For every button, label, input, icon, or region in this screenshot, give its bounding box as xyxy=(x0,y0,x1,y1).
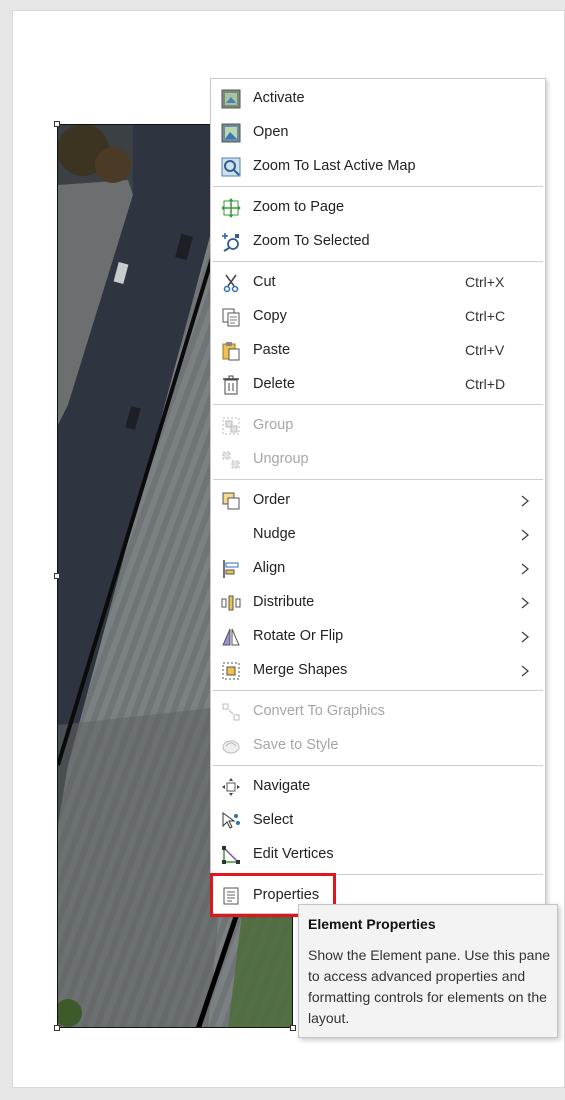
menu-item-delete[interactable]: Delete Ctrl+D xyxy=(211,368,545,402)
chevron-right-icon xyxy=(521,529,530,541)
save-style-icon xyxy=(222,740,240,754)
menu-item-nudge[interactable]: Nudge xyxy=(211,518,545,552)
menu-item-zoom-selected[interactable]: Zoom To Selected xyxy=(211,225,545,259)
menu-item-label: Delete xyxy=(253,376,295,392)
menu-item-label: Ungroup xyxy=(253,451,309,467)
menu-item-label: Activate xyxy=(253,90,305,106)
menu-item-shortcut: Ctrl+V xyxy=(465,342,505,358)
chevron-right-icon xyxy=(521,495,530,507)
menu-item-label: Distribute xyxy=(253,594,315,610)
menu-item-label: Paste xyxy=(253,342,291,358)
menu-item-label: Select xyxy=(253,812,294,828)
menu-item-label: Nudge xyxy=(253,526,296,542)
selection-handle[interactable] xyxy=(54,573,60,579)
menu-item-activate[interactable]: Activate xyxy=(211,82,545,116)
zoom-selected-icon xyxy=(222,233,239,252)
menu-item-label: Zoom to Page xyxy=(253,199,345,215)
menu-item-label: Rotate Or Flip xyxy=(253,628,344,644)
paste-icon xyxy=(222,342,240,361)
menu-item-copy[interactable]: Copy Ctrl+C xyxy=(211,300,545,334)
edit-vertices-icon xyxy=(222,846,240,864)
chevron-right-icon xyxy=(521,665,530,677)
scissors-icon xyxy=(223,274,239,293)
open-icon xyxy=(221,123,241,143)
menu-item-paste[interactable]: Paste Ctrl+V xyxy=(211,334,545,368)
menu-item-ungroup: Ungroup xyxy=(211,443,545,477)
menu-item-label: Zoom To Selected xyxy=(253,233,370,249)
tooltip-body: Show the Element pane. Use this pane to … xyxy=(308,947,551,1026)
menu-item-convert-graphics: Convert To Graphics xyxy=(211,695,545,729)
menu-item-distribute[interactable]: Distribute xyxy=(211,586,545,620)
ungroup-icon xyxy=(222,451,240,469)
rotate-flip-icon xyxy=(222,628,240,646)
menu-separator xyxy=(213,261,543,262)
menu-separator xyxy=(213,765,543,766)
selection-handle[interactable] xyxy=(290,1025,296,1031)
zoom-page-icon xyxy=(221,198,241,218)
tooltip-title: Element Properties xyxy=(308,916,436,932)
menu-separator xyxy=(213,186,543,187)
menu-item-group: Group xyxy=(211,409,545,443)
menu-item-label: Navigate xyxy=(253,778,311,794)
trash-icon xyxy=(223,375,239,395)
chevron-right-icon xyxy=(521,563,530,575)
navigate-icon xyxy=(222,778,240,796)
select-icon xyxy=(222,812,240,829)
merge-shapes-icon xyxy=(222,662,240,680)
convert-graphics-icon xyxy=(222,703,240,721)
menu-item-cut[interactable]: Cut Ctrl+X xyxy=(211,266,545,300)
order-icon xyxy=(222,492,240,510)
menu-item-label: Zoom To Last Active Map xyxy=(253,158,416,174)
activate-icon xyxy=(221,89,241,109)
menu-item-navigate[interactable]: Navigate xyxy=(211,770,545,804)
menu-item-label: Order xyxy=(253,492,291,508)
menu-separator xyxy=(213,479,543,480)
menu-item-select[interactable]: Select xyxy=(211,804,545,838)
menu-item-label: Save to Style xyxy=(253,737,339,753)
menu-item-shortcut: Ctrl+X xyxy=(465,274,505,290)
chevron-right-icon xyxy=(521,631,530,643)
menu-item-shortcut: Ctrl+C xyxy=(465,308,506,324)
menu-separator xyxy=(213,690,543,691)
menu-item-label: Group xyxy=(253,417,294,433)
selection-handle[interactable] xyxy=(54,1025,60,1031)
tooltip: Element Properties Show the Element pane… xyxy=(298,904,558,1038)
menu-item-label: Cut xyxy=(253,274,276,290)
selection-handle[interactable] xyxy=(54,121,60,127)
menu-item-label: Open xyxy=(253,124,289,140)
menu-item-label: Convert To Graphics xyxy=(253,703,385,719)
menu-item-zoom-page[interactable]: Zoom to Page xyxy=(211,191,545,225)
align-icon xyxy=(223,560,239,578)
distribute-icon xyxy=(221,595,241,611)
menu-item-merge-shapes[interactable]: Merge Shapes xyxy=(211,654,545,688)
menu-item-label: Copy xyxy=(253,308,287,324)
context-menu: Activate Open Zoom To Last Active Map Zo… xyxy=(210,78,546,914)
menu-item-label: Edit Vertices xyxy=(253,846,334,862)
menu-separator xyxy=(213,404,543,405)
zoom-last-map-icon xyxy=(221,157,241,177)
group-icon xyxy=(222,417,240,435)
chevron-right-icon xyxy=(521,597,530,609)
menu-item-shortcut: Ctrl+D xyxy=(465,376,506,392)
menu-item-align[interactable]: Align xyxy=(211,552,545,586)
menu-item-label: Merge Shapes xyxy=(253,662,348,678)
menu-item-order[interactable]: Order xyxy=(211,484,545,518)
menu-item-open[interactable]: Open xyxy=(211,116,545,150)
menu-item-label: Align xyxy=(253,560,286,576)
menu-item-rotate-flip[interactable]: Rotate Or Flip xyxy=(211,620,545,654)
copy-icon xyxy=(222,308,240,327)
menu-item-zoom-last-map[interactable]: Zoom To Last Active Map xyxy=(211,150,545,184)
menu-item-edit-vertices[interactable]: Edit Vertices xyxy=(211,838,545,872)
menu-item-save-style: Save to Style xyxy=(211,729,545,763)
